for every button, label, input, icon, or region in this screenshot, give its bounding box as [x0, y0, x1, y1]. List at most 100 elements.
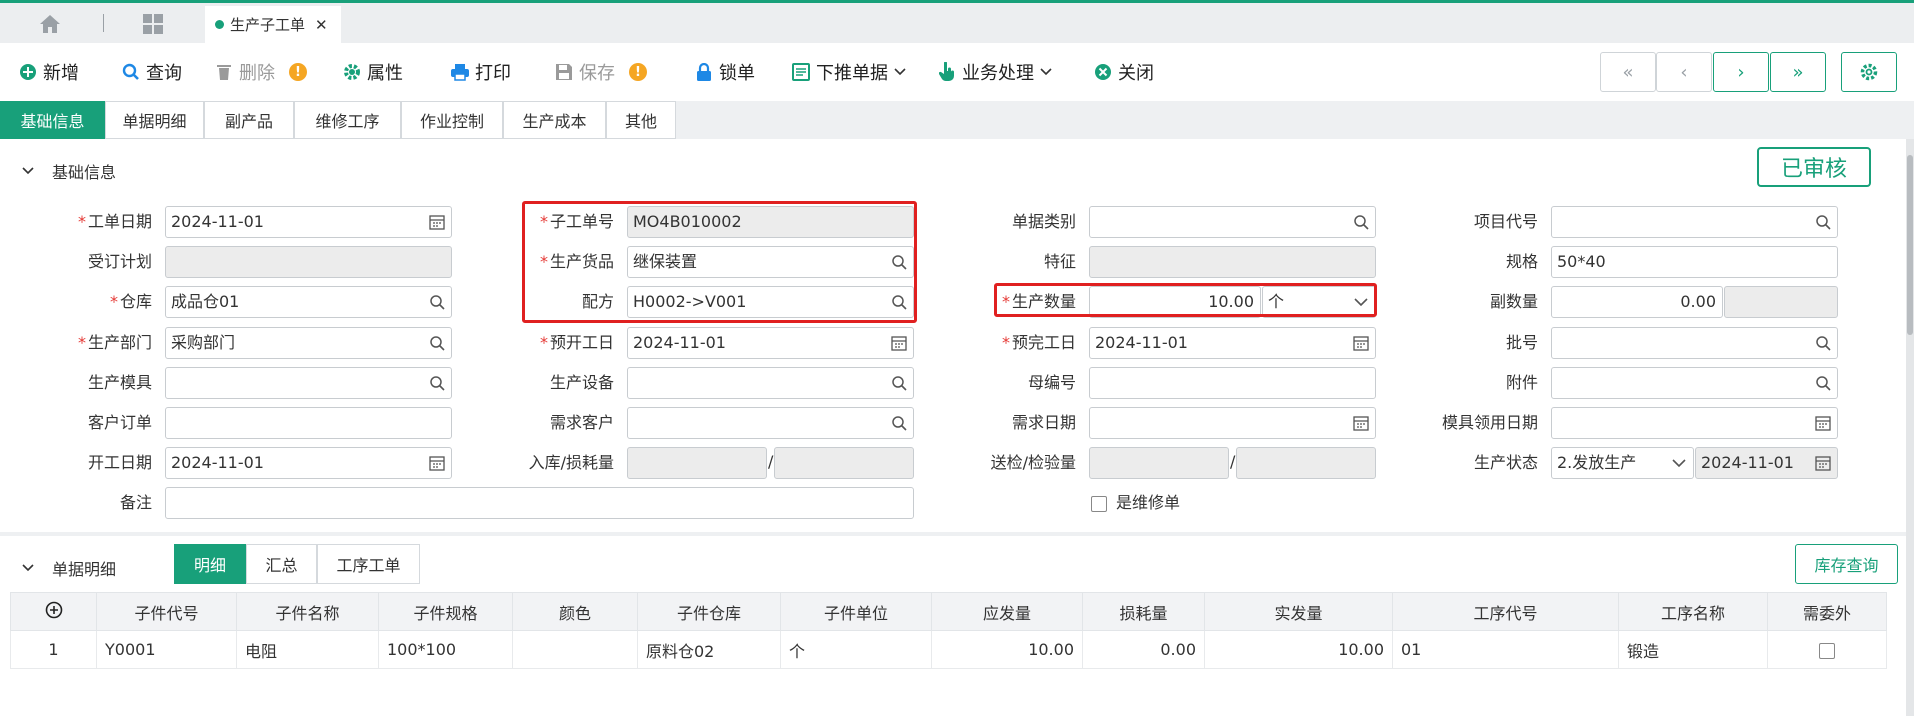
settings-button[interactable]	[1841, 52, 1897, 92]
dept-field[interactable]: 采购部门	[165, 327, 452, 359]
print-button[interactable]: 打印	[450, 59, 511, 85]
scrollbar-thumb[interactable]	[1907, 155, 1913, 335]
close-tab-icon[interactable]: ✕	[315, 16, 328, 34]
equipment-field[interactable]	[627, 367, 914, 399]
cell-part-code[interactable]: Y0001	[96, 630, 237, 669]
plan-end-field[interactable]: 2024-11-01	[1089, 327, 1376, 359]
col-header: 实发量	[1204, 592, 1393, 631]
spec-field[interactable]: 50*40	[1551, 246, 1838, 278]
attachment-field[interactable]	[1551, 367, 1838, 399]
cell-outsource[interactable]	[1767, 630, 1887, 669]
vertical-scrollbar[interactable]	[1906, 139, 1914, 716]
business-process-button[interactable]: 业务处理	[937, 59, 1052, 85]
tab-job-control[interactable]: 作业控制	[401, 101, 503, 139]
subtab-process-order[interactable]: 工序工单	[317, 544, 420, 584]
search-icon[interactable]	[891, 375, 907, 391]
base-info-header[interactable]: 基础信息	[22, 159, 116, 183]
calendar-icon[interactable]	[429, 455, 445, 471]
plan-start-field[interactable]: 2024-11-01	[627, 327, 914, 359]
lock-icon	[694, 62, 714, 82]
cell-part-warehouse[interactable]: 原料仓02	[637, 630, 781, 669]
cell-loss-qty[interactable]: 0.00	[1082, 630, 1205, 669]
search-icon[interactable]	[1815, 335, 1831, 351]
home-icon[interactable]	[38, 13, 62, 35]
section-tabs: 基础信息 单据明细 副产品 维修工序 作业控制 生产成本 其他	[0, 101, 1914, 139]
is-repair-checkbox[interactable]	[1091, 496, 1107, 512]
tab-repair-process[interactable]: 维修工序	[294, 101, 401, 139]
detail-header[interactable]: 单据明细	[22, 556, 116, 580]
close-button[interactable]: 关闭	[1093, 59, 1154, 85]
lock-button[interactable]: 锁单	[694, 59, 755, 85]
detail-panel: 单据明细 明细 汇总 工序工单 库存查询 子件代号 子件名称 子件规格 颜色 子…	[0, 536, 1906, 716]
mold-field[interactable]	[165, 367, 452, 399]
stock-query-button[interactable]: 库存查询	[1795, 544, 1898, 584]
batch-field[interactable]	[1551, 327, 1838, 359]
subtab-summary[interactable]: 汇总	[246, 544, 317, 584]
doc-tab[interactable]: 生产子工单 ✕	[205, 6, 341, 43]
parent-no-field[interactable]	[1089, 367, 1376, 399]
cell-process-name[interactable]: 锻造	[1618, 630, 1768, 669]
search-icon[interactable]	[1815, 375, 1831, 391]
doc-type-field[interactable]	[1089, 206, 1376, 238]
cell-process-code[interactable]: 01	[1392, 630, 1619, 669]
search-icon[interactable]	[891, 254, 907, 270]
start-date-field[interactable]: 2024-11-01	[165, 447, 452, 479]
demand-date-field[interactable]	[1089, 407, 1376, 439]
search-icon[interactable]	[1815, 214, 1831, 230]
apps-grid-icon[interactable]	[142, 13, 164, 35]
unit-select[interactable]: 个	[1262, 286, 1376, 318]
cell-part-spec[interactable]: 100*100	[378, 630, 513, 669]
lock-label: 锁单	[719, 63, 755, 84]
formula-field[interactable]: H0002->V001	[627, 286, 914, 318]
search-icon[interactable]	[429, 375, 445, 391]
prev-record-button[interactable]: ‹	[1656, 52, 1712, 92]
tab-other[interactable]: 其他	[606, 101, 676, 139]
next-record-button[interactable]: ›	[1713, 52, 1769, 92]
tab-production-cost[interactable]: 生产成本	[503, 101, 606, 139]
search-icon[interactable]	[429, 335, 445, 351]
calendar-icon[interactable]	[1353, 415, 1369, 431]
push-doc-button[interactable]: 下推单据	[791, 59, 906, 85]
calendar-icon[interactable]	[891, 335, 907, 351]
tab-by-product[interactable]: 副产品	[204, 101, 294, 139]
outsource-checkbox[interactable]	[1819, 642, 1835, 659]
delete-button[interactable]: 删除 !	[214, 59, 307, 85]
last-record-button[interactable]: »	[1770, 52, 1826, 92]
sub-order-no-label: * 子工单号	[539, 212, 614, 231]
search-icon[interactable]	[891, 294, 907, 310]
warehouse-field[interactable]: 成品仓01	[165, 286, 452, 318]
sub-qty-field[interactable]: 0.00	[1551, 286, 1723, 318]
customer-order-field[interactable]	[165, 407, 452, 439]
project-code-field[interactable]	[1551, 206, 1838, 238]
remark-field[interactable]	[165, 487, 914, 519]
add-button[interactable]: 新增	[18, 59, 79, 85]
calendar-icon[interactable]	[429, 214, 445, 230]
cell-actual-qty[interactable]: 10.00	[1204, 630, 1393, 669]
print-label: 打印	[475, 63, 511, 84]
cell-part-unit[interactable]: 个	[780, 630, 932, 669]
tab-base-info[interactable]: 基础信息	[0, 101, 105, 139]
calendar-icon[interactable]	[1815, 415, 1831, 431]
search-icon[interactable]	[1353, 214, 1369, 230]
search-icon[interactable]	[891, 415, 907, 431]
cell-part-name[interactable]: 电阻	[236, 630, 379, 669]
subtab-detail[interactable]: 明细	[174, 544, 246, 584]
prod-status-select[interactable]: 2.发放生产	[1551, 447, 1694, 479]
search-icon[interactable]	[429, 294, 445, 310]
query-button[interactable]: 查询	[121, 59, 182, 85]
attributes-button[interactable]: 属性	[342, 59, 403, 85]
first-record-button[interactable]: «	[1600, 52, 1656, 92]
qty-field[interactable]: 10.00	[1089, 286, 1261, 318]
calendar-icon[interactable]	[1353, 335, 1369, 351]
add-row-cell[interactable]	[10, 592, 97, 631]
demand-customer-field[interactable]	[627, 407, 914, 439]
tab-doc-detail[interactable]: 单据明细	[105, 101, 204, 139]
goods-field[interactable]: 继保装置	[627, 246, 914, 278]
table-row[interactable]: 1 Y0001 电阻 100*100 原料仓02 个 10.00 0.00 10…	[10, 630, 1887, 669]
plus-circle-icon[interactable]	[45, 601, 63, 619]
cell-color[interactable]	[512, 630, 638, 669]
mold-use-date-field[interactable]	[1551, 407, 1838, 439]
cell-due-qty[interactable]: 10.00	[931, 630, 1083, 669]
save-button[interactable]: 保存 !	[554, 59, 647, 85]
work-date-field[interactable]: 2024-11-01	[165, 206, 452, 238]
